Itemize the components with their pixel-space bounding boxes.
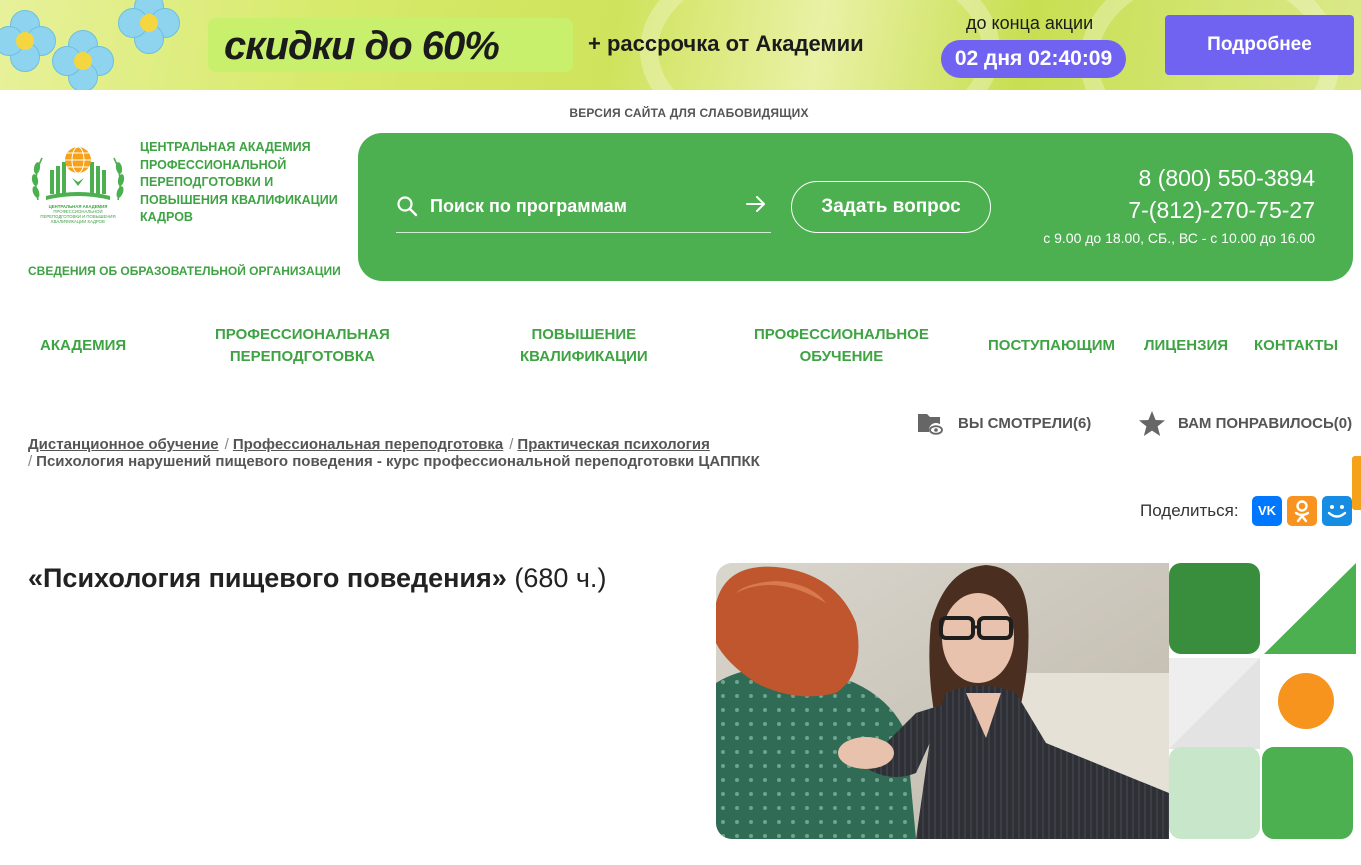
- nav-item-academy[interactable]: АКАДЕМИЯ: [40, 335, 126, 357]
- viewed-count-label: ВЫ СМОТРЕЛИ(6): [958, 415, 1092, 432]
- breadcrumb-link[interactable]: Дистанционное обучение: [28, 436, 219, 453]
- arrow-right-icon[interactable]: [745, 193, 767, 215]
- promo-countdown: 02 дня 02:40:09: [941, 40, 1126, 78]
- flower-icon: [118, 0, 180, 54]
- promo-banner: скидки до 60% + рассрочка от Академии до…: [0, 0, 1361, 90]
- ask-question-button[interactable]: Задать вопрос: [791, 181, 991, 233]
- odnoklassniki-icon: [1294, 500, 1310, 523]
- academy-name[interactable]: ЦЕНТРАЛЬНАЯ АКАДЕМИЯ ПРОФЕССИОНАЛЬНОЙ ПЕ…: [140, 139, 350, 227]
- nav-item-contacts[interactable]: КОНТАКТЫ: [1254, 335, 1338, 357]
- moimir-icon: [1327, 505, 1347, 518]
- nav-item-label: КВАЛИФИКАЦИИ: [520, 348, 648, 365]
- program-search: [396, 181, 771, 233]
- nav-item-label: ПРОФЕССИОНАЛЬНАЯ: [215, 326, 390, 343]
- nav-item-applicants[interactable]: ПОСТУПАЮЩИМ: [988, 335, 1115, 357]
- search-input[interactable]: [430, 189, 730, 223]
- course-hero-image: [716, 563, 1361, 839]
- nav-item-label: ПРОФЕССИОНАЛЬНОЕ: [754, 326, 929, 343]
- flower-icon: [52, 30, 114, 90]
- nav-item-professional-training[interactable]: ПРОФЕССИОНАЛЬНОЕ ОБУЧЕНИЕ: [754, 324, 929, 368]
- share-label: Поделиться:: [1140, 501, 1239, 520]
- accessible-version-link[interactable]: ВЕРСИЯ САЙТА ДЛЯ СЛАБОВИДЯЩИХ: [0, 106, 1361, 120]
- promo-headline-badge: скидки до 60%: [208, 18, 573, 72]
- vk-share-button[interactable]: VK: [1252, 496, 1282, 526]
- promo-subtitle: + рассрочка от Академии: [588, 31, 864, 56]
- flower-icon: [0, 10, 56, 72]
- breadcrumb: Дистанционное обучение / Профессиональная …: [28, 436, 710, 453]
- course-hours: (680 ч.): [514, 563, 607, 593]
- header-contact-panel: Задать вопрос 8 (800) 550-3894 7-(812)-2…: [358, 133, 1353, 281]
- nav-item-qualification-upgrade[interactable]: ПОВЫШЕНИЕ КВАЛИФИКАЦИИ: [520, 324, 648, 368]
- breadcrumb-current-label: Психология нарушений пищевого поведения …: [36, 453, 760, 470]
- star-icon: [1139, 411, 1165, 436]
- promo-until-label: до конца акции: [966, 13, 1094, 33]
- phone-number-2[interactable]: 7-(812)-270-75-27: [1128, 197, 1315, 224]
- logo-emblem-icon: ЦЕНТРАЛЬНАЯ АКАДЕМИЯ ПРОФЕССИОНАЛЬНОЙ ПЕ…: [31, 146, 125, 224]
- nav-item-label: АКАДЕМИЯ: [40, 337, 127, 354]
- vk-icon: VK: [1257, 503, 1277, 518]
- svg-text:КВАЛИФИКАЦИИ КАДРОВ: КВАЛИФИКАЦИИ КАДРОВ: [51, 219, 105, 224]
- nav-item-label: ПОСТУПАЮЩИМ: [988, 337, 1116, 354]
- academy-logo[interactable]: ЦЕНТРАЛЬНАЯ АКАДЕМИЯ ПРОФЕССИОНАЛЬНОЙ ПЕ…: [28, 140, 128, 224]
- nav-item-professional-retraining[interactable]: ПРОФЕССИОНАЛЬНАЯ ПЕРЕПОДГОТОВКА: [215, 324, 390, 368]
- org-info-link[interactable]: СВЕДЕНИЯ ОБ ОБРАЗОВАТЕЛЬНОЙ ОРГАНИЗАЦИИ: [28, 264, 341, 278]
- folder-eye-icon: [918, 414, 943, 437]
- breadcrumb-link[interactable]: Практическая психология: [517, 436, 709, 453]
- nav-item-label: ЛИЦЕНЗИЯ: [1144, 337, 1229, 354]
- nav-item-label: ОБУЧЕНИЕ: [799, 348, 884, 365]
- working-hours: с 9.00 до 18.00, СБ., ВС - с 10.00 до 16…: [1043, 230, 1315, 246]
- breadcrumb-current: / Психология нарушений пищевого поведения…: [28, 453, 760, 470]
- breadcrumb-link[interactable]: Профессиональная переподготовка: [233, 436, 503, 453]
- nav-item-label: ПОВЫШЕНИЕ: [531, 326, 637, 343]
- course-title: «Психология пищевого поведения»: [28, 563, 507, 593]
- hero-photo: [716, 563, 1361, 839]
- nav-item-label: КОНТАКТЫ: [1254, 337, 1339, 354]
- moimir-share-button[interactable]: [1322, 496, 1352, 526]
- promo-headline: скидки до 60%: [224, 24, 500, 68]
- page-title: «Психология пищевого поведения» (680 ч.): [28, 563, 606, 594]
- side-feedback-tab[interactable]: [1352, 456, 1361, 510]
- promo-details-button[interactable]: Подробнее: [1165, 15, 1354, 75]
- liked-count-label: ВАМ ПОНРАВИЛОСЬ(0): [1178, 415, 1353, 432]
- nav-item-label: ПЕРЕПОДГОТОВКА: [229, 348, 375, 365]
- phone-number-1[interactable]: 8 (800) 550-3894: [1139, 165, 1315, 192]
- odnoklassniki-share-button[interactable]: [1287, 496, 1317, 526]
- nav-item-license[interactable]: ЛИЦЕНЗИЯ: [1144, 335, 1228, 357]
- search-icon[interactable]: [396, 195, 418, 217]
